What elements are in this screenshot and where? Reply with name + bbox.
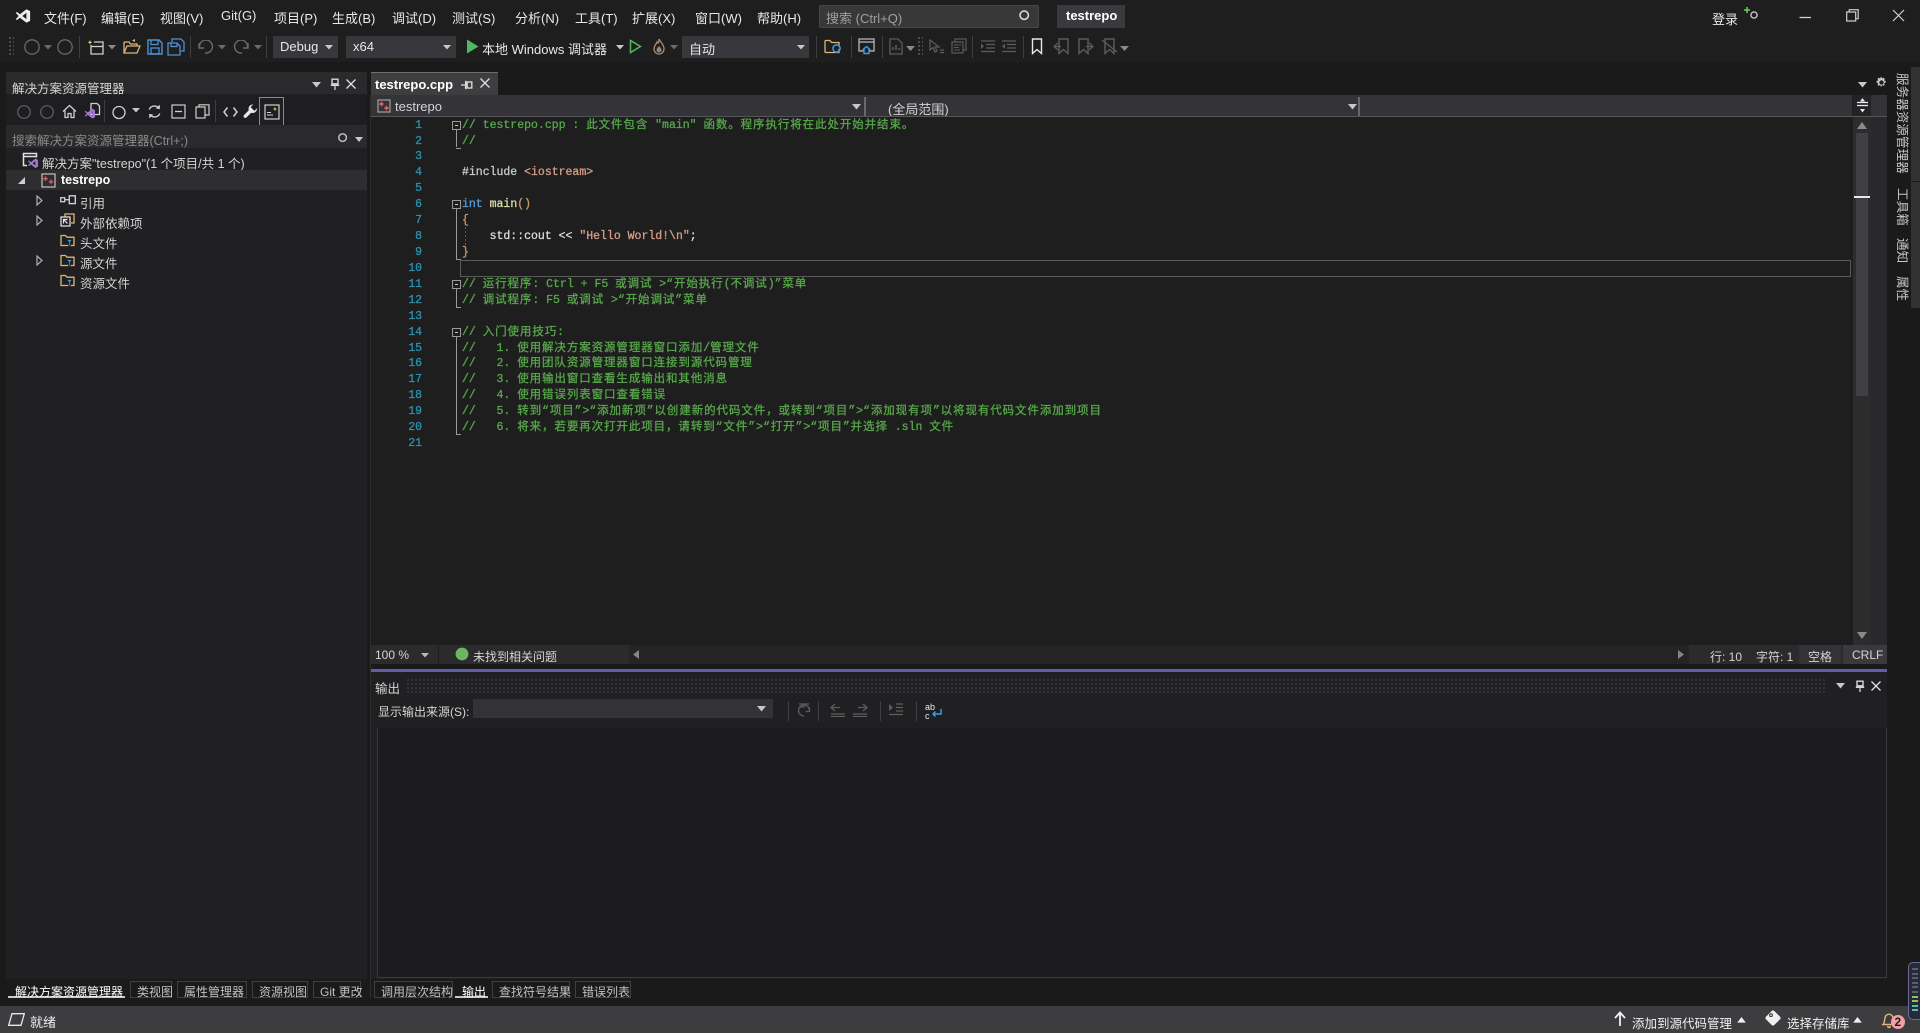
svg-text:c: c: [925, 711, 930, 721]
